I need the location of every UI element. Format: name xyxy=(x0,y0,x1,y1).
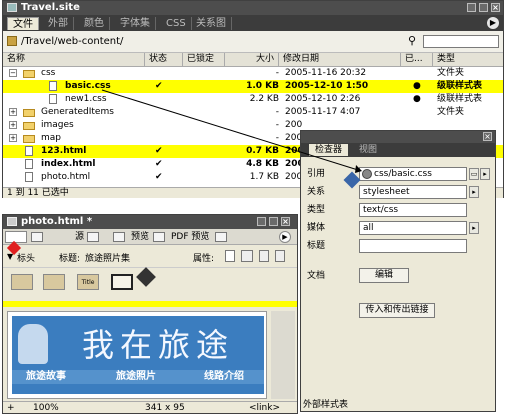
connection-line xyxy=(101,89,362,173)
